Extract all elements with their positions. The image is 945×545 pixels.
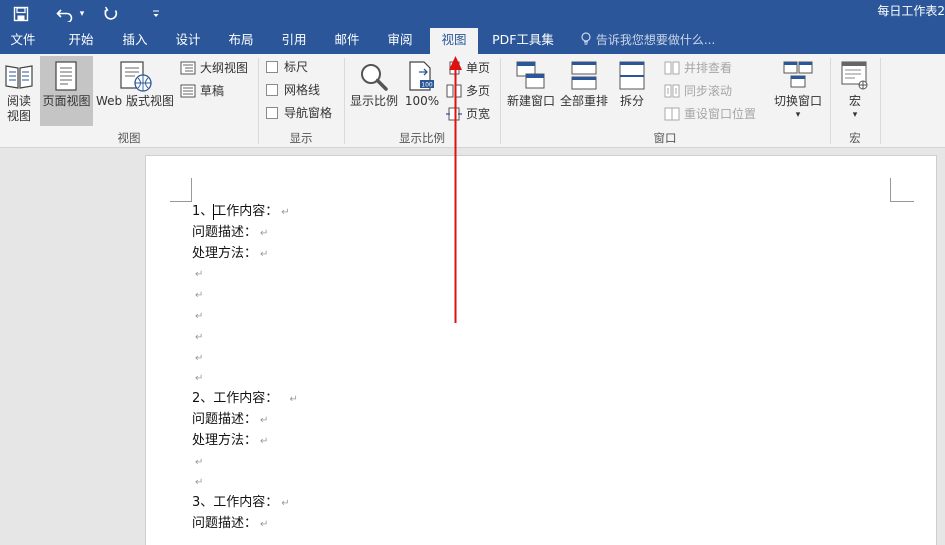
annotation-arrow: [449, 56, 462, 323]
